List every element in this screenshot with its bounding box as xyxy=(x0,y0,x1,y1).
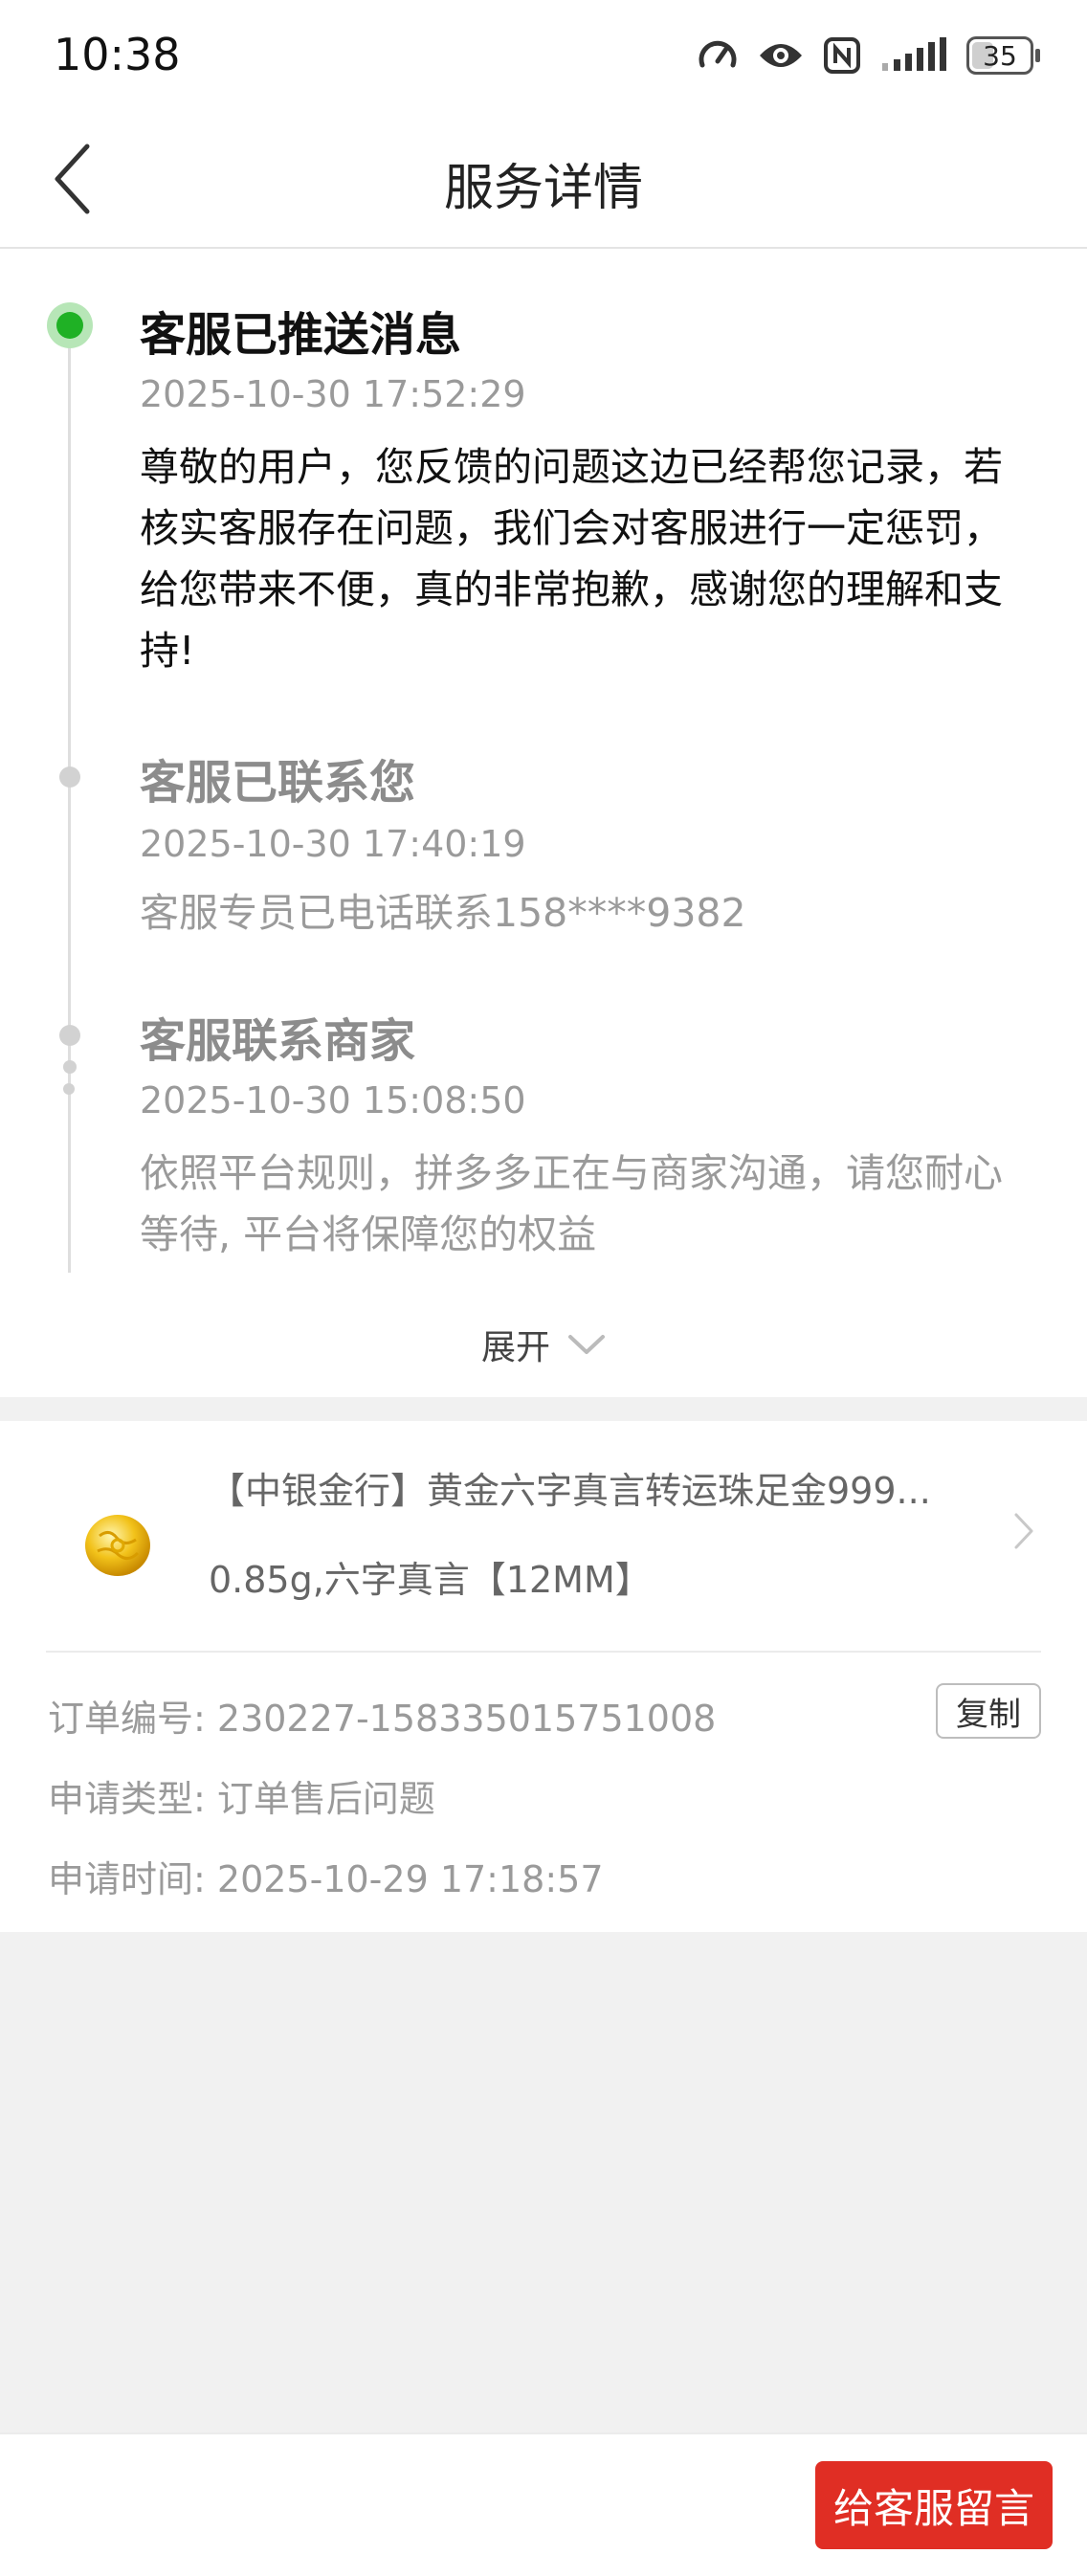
signal-icon xyxy=(880,36,947,75)
header: 服务详情 xyxy=(0,113,1087,249)
divider xyxy=(46,1651,1041,1653)
nfc-icon xyxy=(823,36,861,75)
order-card: 【中银金行】黄金六字真言转运珠足金999... 0.85g,六字真言【12MM】… xyxy=(0,1421,1087,1932)
timeline-dot-active xyxy=(47,302,93,348)
timeline-dot xyxy=(59,766,80,788)
request-type-value: 订单售后问题 xyxy=(216,1778,435,1820)
event-body: 客服专员已电话联系158****9382 xyxy=(140,890,746,936)
leave-message-button[interactable]: 给客服留言 xyxy=(815,2461,1053,2549)
timeline-dot xyxy=(63,1060,77,1074)
battery-level: 35 xyxy=(983,39,1017,72)
timeline-dot xyxy=(63,1083,75,1095)
event-time: 2025-10-30 17:52:29 xyxy=(140,373,526,415)
expand-button[interactable]: 展开 xyxy=(0,1316,1087,1373)
event-time: 2025-10-30 17:40:19 xyxy=(140,823,526,865)
order-number-value: 230227-158335015751008 xyxy=(216,1698,717,1740)
event-title: 客服已联系您 xyxy=(140,756,416,810)
request-type-label: 申请类型: xyxy=(48,1778,206,1820)
speedometer-icon xyxy=(697,34,739,77)
timeline-dot xyxy=(59,1025,80,1046)
timeline-line xyxy=(68,325,71,1273)
event-body: 尊敬的用户，您反馈的问题这边已经帮您记录，若核实客服存在问题，我们会对客服进行一… xyxy=(140,444,1003,674)
event-title: 客服已推送消息 xyxy=(140,308,462,362)
event-body: 依照平台规则，拼多多正在与商家沟通，请您耐心等待, 平台将保障您的权益 xyxy=(140,1150,1003,1257)
battery-icon: 35 xyxy=(966,36,1040,75)
event-time: 2025-10-30 15:08:50 xyxy=(140,1079,526,1121)
status-time: 10:38 xyxy=(54,29,181,80)
product-spec: 0.85g,六字真言【12MM】 xyxy=(209,1559,652,1601)
copy-button[interactable]: 复制 xyxy=(936,1683,1041,1739)
status-icons: 35 xyxy=(697,29,1040,82)
timeline: 客服已推送消息 2025-10-30 17:52:29 尊敬的用户，您反馈的问题… xyxy=(0,249,1087,1397)
product-name: 【中银金行】黄金六字真言转运珠足金999... xyxy=(209,1470,931,1512)
request-time-label: 申请时间: xyxy=(48,1858,206,1900)
product-thumbnail xyxy=(80,1507,155,1582)
bottom-bar: 给客服留言 xyxy=(0,2432,1087,2576)
eye-icon xyxy=(758,36,804,75)
status-bar: 10:38 35 xyxy=(0,0,1087,113)
event-title: 客服联系商家 xyxy=(140,1014,416,1068)
expand-label: 展开 xyxy=(480,1328,550,1367)
chevron-down-icon xyxy=(568,1335,605,1354)
chevron-right-icon xyxy=(1005,1502,1043,1560)
request-time-value: 2025-10-29 17:18:57 xyxy=(216,1858,604,1900)
request-time-row: 申请时间: 2025-10-29 17:18:57 xyxy=(48,1850,604,1902)
order-number-row: 订单编号: 230227-158335015751008 xyxy=(48,1689,716,1742)
page-title: 服务详情 xyxy=(443,160,643,217)
request-type-row: 申请类型: 订单售后问题 xyxy=(48,1769,435,1822)
product-row[interactable]: 【中银金行】黄金六字真言转运珠足金999... 0.85g,六字真言【12MM】 xyxy=(0,1421,1087,1651)
order-number-label: 订单编号: xyxy=(48,1698,206,1740)
